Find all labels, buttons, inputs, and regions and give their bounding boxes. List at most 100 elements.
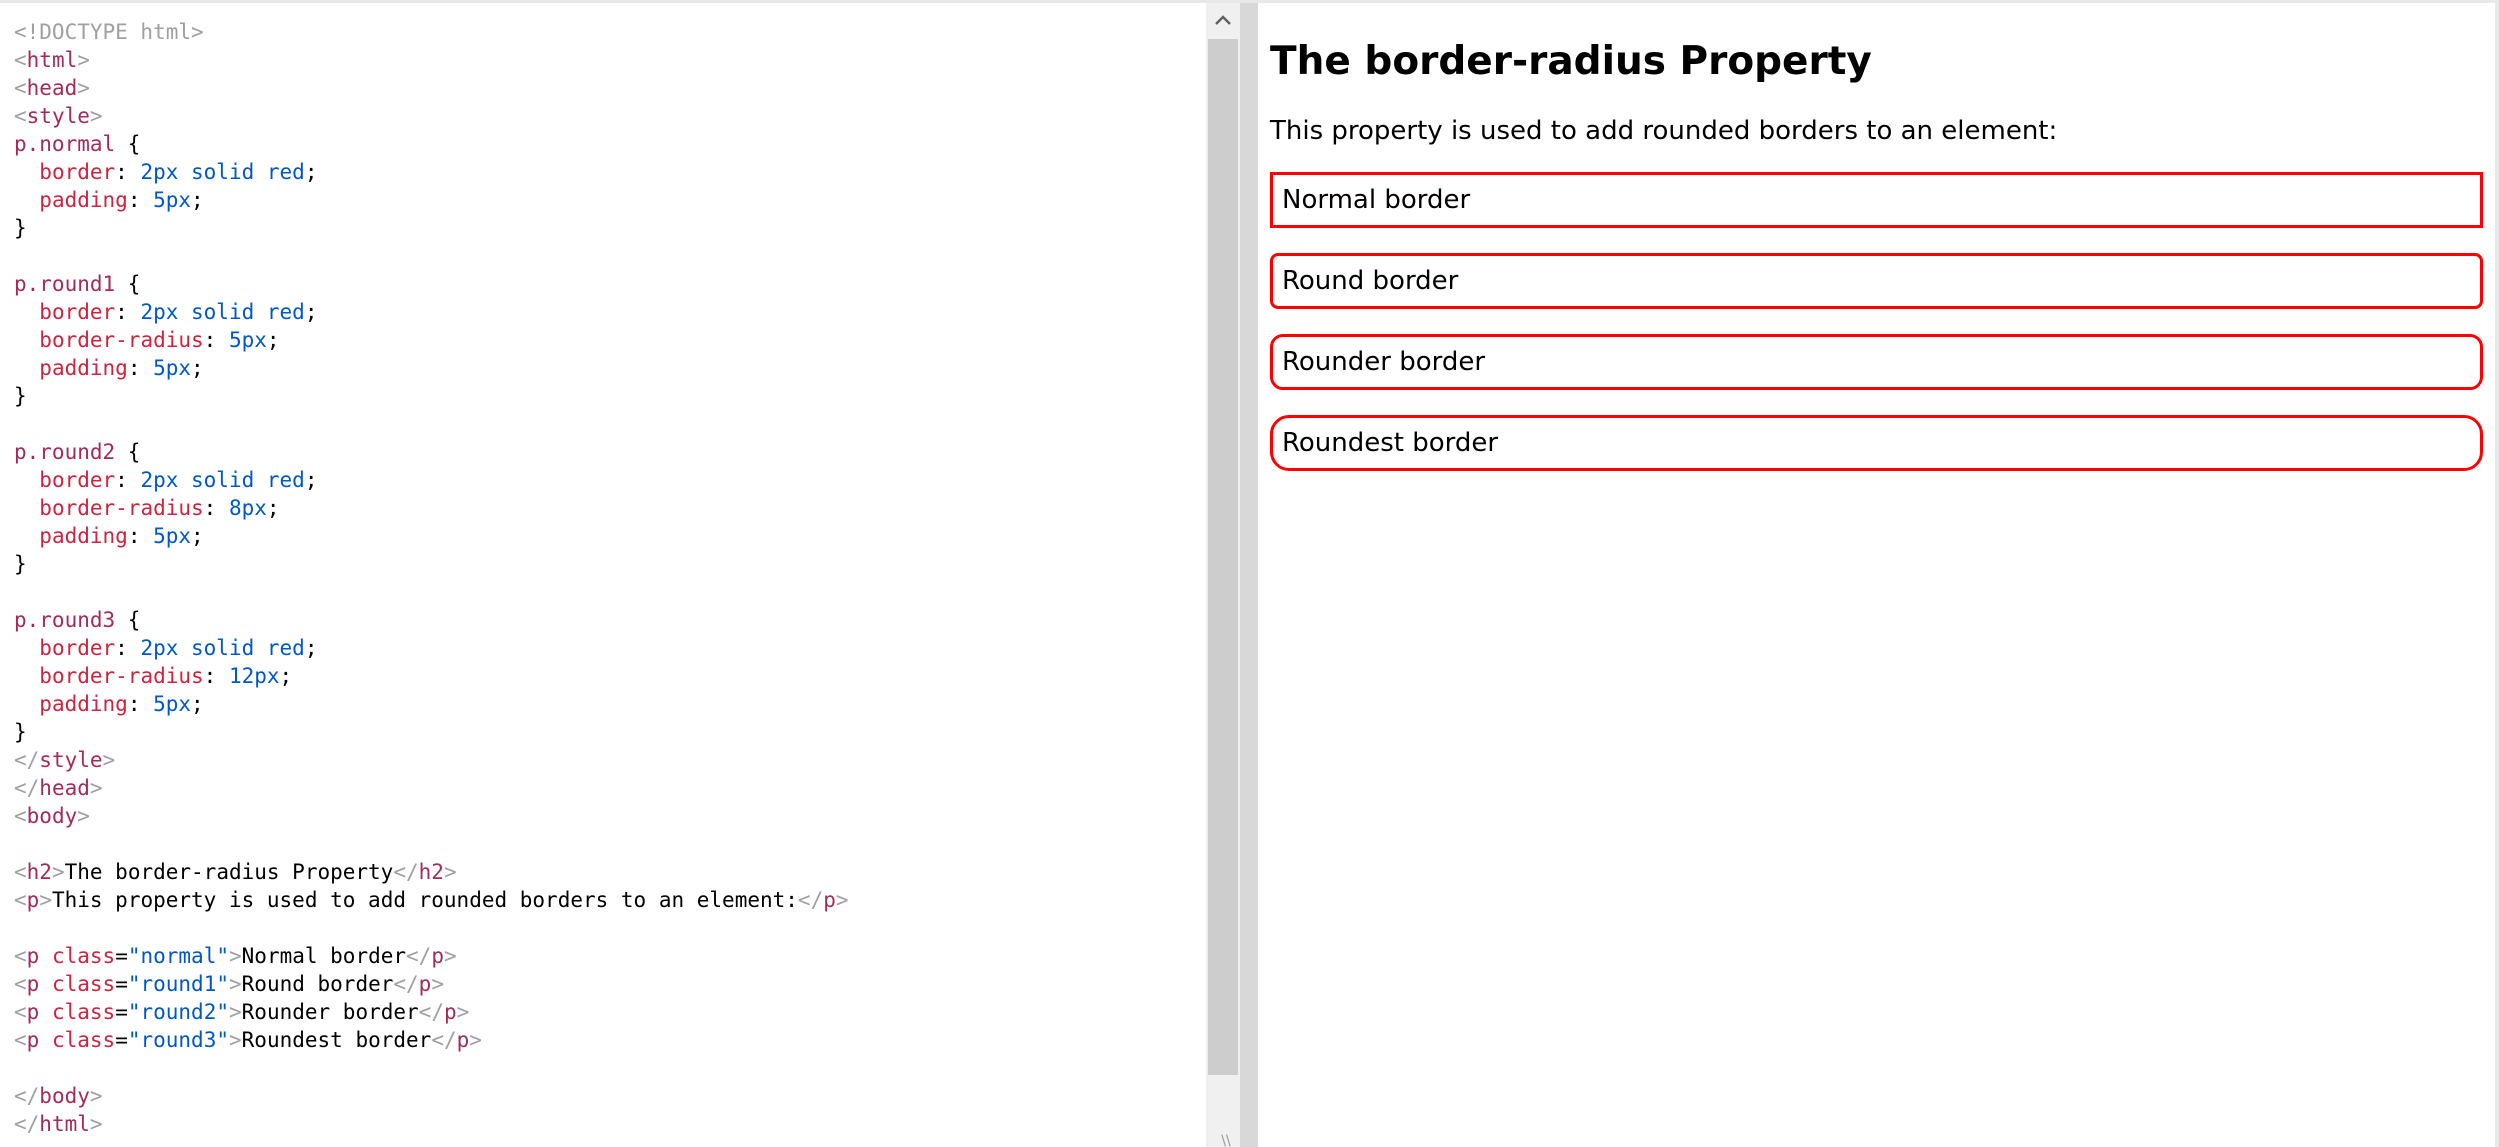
code-line: <p class="round1">Round border</p> (14, 970, 849, 998)
code-token: > (77, 804, 90, 828)
code-line: border: 2px solid red; (14, 158, 849, 186)
code-token: p (26, 888, 40, 912)
code-token: : (127, 692, 154, 716)
editor-scrollbar[interactable] (1206, 3, 1240, 1147)
code-token: : (203, 664, 229, 688)
code-token: ; (266, 328, 280, 352)
code-token: > (229, 944, 242, 968)
code-token: p (26, 972, 40, 996)
code-token: < (14, 1000, 27, 1024)
code-token: ; (266, 496, 280, 520)
code-token: p.round2 (14, 440, 116, 464)
code-token: </ (406, 944, 432, 968)
code-token: style (39, 748, 103, 772)
resize-grip-icon[interactable]: \\ (1212, 1134, 1240, 1147)
code-token: ; (279, 664, 293, 688)
tryit-editor-window: <!DOCTYPE html> <html> <head> <style> p.norm… (0, 0, 2499, 1147)
code-token: } (14, 552, 27, 576)
code-editor[interactable]: <!DOCTYPE html> <html> <head> <style> p.norm… (0, 3, 1240, 1147)
code-token: > (456, 1000, 470, 1024)
code-token: border (39, 160, 116, 184)
code-token: } (14, 216, 27, 240)
code-token: 2px solid red (140, 468, 305, 492)
code-token: </ (431, 1028, 457, 1052)
code-token: 5px (153, 356, 192, 380)
scroll-up-button[interactable] (1206, 3, 1240, 37)
code-token: html (26, 48, 78, 72)
code-token: style (26, 104, 90, 128)
code-token: > (89, 1112, 103, 1136)
code-token: "round3" (127, 1028, 229, 1052)
code-token: border (39, 636, 116, 660)
code-token: body (39, 1084, 90, 1108)
code-line: padding: 5px; (14, 186, 849, 214)
code-line: <p class="round3">Roundest border</p> (14, 1026, 849, 1054)
code-line: <body> (14, 802, 849, 830)
code-token: 2px solid red (140, 160, 305, 184)
scroll-thumb[interactable] (1208, 39, 1238, 1075)
code-token: Rounder border (241, 1000, 419, 1024)
rounder-border-box: Rounder border (1270, 334, 2483, 390)
code-token: } (14, 384, 27, 408)
code-line: <h2>The border-radius Property</h2> (14, 858, 849, 886)
result-heading: The border-radius Property (1270, 39, 1872, 84)
code-line: } (14, 382, 849, 410)
code-token: > (229, 1028, 242, 1052)
code-token: < (14, 76, 27, 100)
code-token: p (26, 1028, 40, 1052)
code-line: border-radius: 8px; (14, 494, 849, 522)
code-token: p (26, 1000, 40, 1024)
code-token: > (77, 48, 90, 72)
result-pane: The border-radius Property This property… (1258, 3, 2495, 1147)
code-token: 12px (228, 664, 280, 688)
code-token: padding (39, 188, 128, 212)
code-line: padding: 5px; (14, 354, 849, 382)
code-token: body (26, 804, 78, 828)
code-token: </ (393, 860, 419, 884)
code-token: > (443, 860, 457, 884)
code-token: h2 (26, 860, 52, 884)
code-line: border-radius: 12px; (14, 662, 849, 690)
code-content[interactable]: <!DOCTYPE html> <html> <head> <style> p.norm… (14, 18, 849, 1138)
code-token: > (89, 776, 103, 800)
code-token: 5px (153, 188, 192, 212)
code-token: p.round3 (14, 608, 116, 632)
code-token: </ (393, 972, 419, 996)
code-token: = (115, 1028, 128, 1052)
code-line: <p class="normal">Normal border</p> (14, 942, 849, 970)
code-line: </html> (14, 1110, 849, 1138)
code-token: < (14, 104, 27, 128)
code-token: p (431, 944, 444, 968)
code-line: padding: 5px; (14, 690, 849, 718)
code-token: < (14, 888, 27, 912)
code-token: Normal border (241, 944, 407, 968)
normal-border-box: Normal border (1270, 172, 2483, 228)
code-line: } (14, 550, 849, 578)
code-token: padding (39, 356, 128, 380)
code-token: head (26, 76, 78, 100)
pane-divider[interactable] (1240, 3, 1258, 1147)
code-token: p (26, 944, 40, 968)
code-token: p.normal (14, 132, 116, 156)
code-token: padding (39, 692, 128, 716)
code-token: </ (14, 748, 40, 772)
code-token: html (39, 1112, 90, 1136)
code-token: border (39, 300, 116, 324)
code-token: class (51, 1028, 116, 1052)
code-token: ; (191, 356, 204, 380)
code-token: 5px (153, 692, 192, 716)
code-token: head (39, 776, 90, 800)
code-token: > (229, 1000, 242, 1024)
code-token: p (456, 1028, 470, 1052)
code-token: 2px solid red (140, 300, 305, 324)
code-token: > (89, 104, 103, 128)
